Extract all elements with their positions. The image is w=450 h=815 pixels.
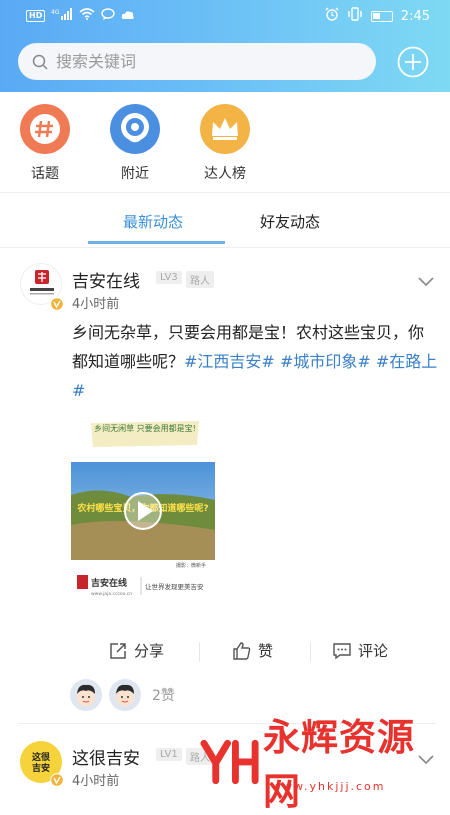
share-button[interactable]: 分享 <box>108 640 164 661</box>
cloud-icon <box>121 9 135 24</box>
crown-icon <box>200 104 250 154</box>
header: HD 4G 2:45 <box>0 0 450 92</box>
alarm-icon <box>325 7 339 25</box>
quick-links: 话题 附近 达人榜 <box>0 92 450 192</box>
post-actions: 分享 赞 评论 <box>0 632 450 668</box>
like-label: 赞 <box>258 642 274 660</box>
svg-text:吉安: 吉安 <box>32 762 50 774</box>
hash-icon <box>20 104 70 154</box>
watermark-url: www.yhkjjj.com <box>272 780 386 793</box>
hashtag-link[interactable]: #江西吉安# <box>184 352 275 371</box>
post-time: 4小时前 <box>72 297 120 312</box>
chevron-down-icon[interactable] <box>418 277 434 287</box>
like-count[interactable]: 2赞 <box>152 685 175 705</box>
post-time: 4小时前 <box>72 774 120 789</box>
media-brand-url: www.jaja.cccoo.cn <box>91 591 132 597</box>
verified-badge-icon <box>50 297 64 311</box>
svg-text:这很: 这很 <box>32 751 51 763</box>
post-video[interactable]: 乡间无闲草 只要会用都是宝! 农村哪些宝贝，你都知道哪些呢? 摄影：微新手 吉安… <box>71 415 219 610</box>
divider <box>310 642 311 662</box>
thumbs-up-icon <box>233 641 251 660</box>
post-text: 乡间无杂草，只要会用都是宝！农村这些宝贝，你都知道哪些呢？#江西吉安# #城市印… <box>72 318 438 405</box>
level-badge: LV3 <box>156 271 182 284</box>
share-icon <box>110 642 126 659</box>
post-author[interactable]: 吉安在线 <box>72 267 140 292</box>
quick-link-label: 附近 <box>121 166 149 182</box>
watermark-logo <box>200 739 259 785</box>
hashtag-link[interactable]: #城市印象# <box>280 352 371 371</box>
divider <box>0 247 450 248</box>
watermark-text: 永辉资源网 <box>262 716 415 813</box>
network-label: 4G <box>51 9 60 16</box>
quick-link-label: 达人榜 <box>204 166 246 182</box>
comment-icon <box>333 642 351 659</box>
media-credit: 摄影：微新手 <box>176 562 206 569</box>
status-time: 2:45 <box>400 8 430 24</box>
liker-avatar[interactable] <box>70 679 102 711</box>
watermark: 永辉资源网 www.yhkjjj.com <box>200 716 450 813</box>
signal-icon: 4G <box>51 8 73 24</box>
role-badge: 路人 <box>186 271 214 288</box>
tab-indicator <box>88 241 225 244</box>
quick-link-topic[interactable]: 话题 <box>15 104 75 183</box>
brand-logo <box>77 575 88 589</box>
comment-label: 评论 <box>358 642 389 660</box>
quick-link-label: 话题 <box>31 166 59 182</box>
hd-icon: HD <box>26 10 46 22</box>
share-label: 分享 <box>134 642 165 660</box>
chat-icon <box>101 8 116 24</box>
location-icon <box>110 104 160 154</box>
liker-list: 2赞 <box>70 678 175 712</box>
vibrate-icon <box>347 7 363 25</box>
tab-friends[interactable]: 好友动态 <box>260 211 320 232</box>
wifi-icon <box>79 8 95 24</box>
liker-avatar[interactable] <box>109 679 141 711</box>
media-slogan: 让世界发现更美吉安 <box>145 582 204 591</box>
verified-badge-icon <box>50 773 64 787</box>
search-icon <box>32 54 48 70</box>
media-banner: 乡间无闲草 只要会用都是宝! <box>94 423 196 433</box>
post-author[interactable]: 这很吉安 <box>72 744 140 769</box>
level-badge: LV1 <box>156 748 182 761</box>
comment-button[interactable]: 评论 <box>332 640 388 661</box>
quick-link-ranking[interactable]: 达人榜 <box>195 104 255 183</box>
status-bar: HD 4G 2:45 <box>0 0 450 30</box>
search-bar[interactable] <box>18 43 376 80</box>
divider <box>199 642 200 662</box>
search-input[interactable] <box>56 52 336 71</box>
add-post-button[interactable] <box>397 46 429 78</box>
like-button[interactable]: 赞 <box>232 640 273 661</box>
quick-link-nearby[interactable]: 附近 <box>105 104 165 183</box>
feed-tabs: 最新动态 好友动态 <box>0 193 450 247</box>
battery-icon <box>370 10 393 22</box>
tab-latest[interactable]: 最新动态 <box>123 211 183 232</box>
media-brand: 吉安在线 <box>91 577 127 589</box>
